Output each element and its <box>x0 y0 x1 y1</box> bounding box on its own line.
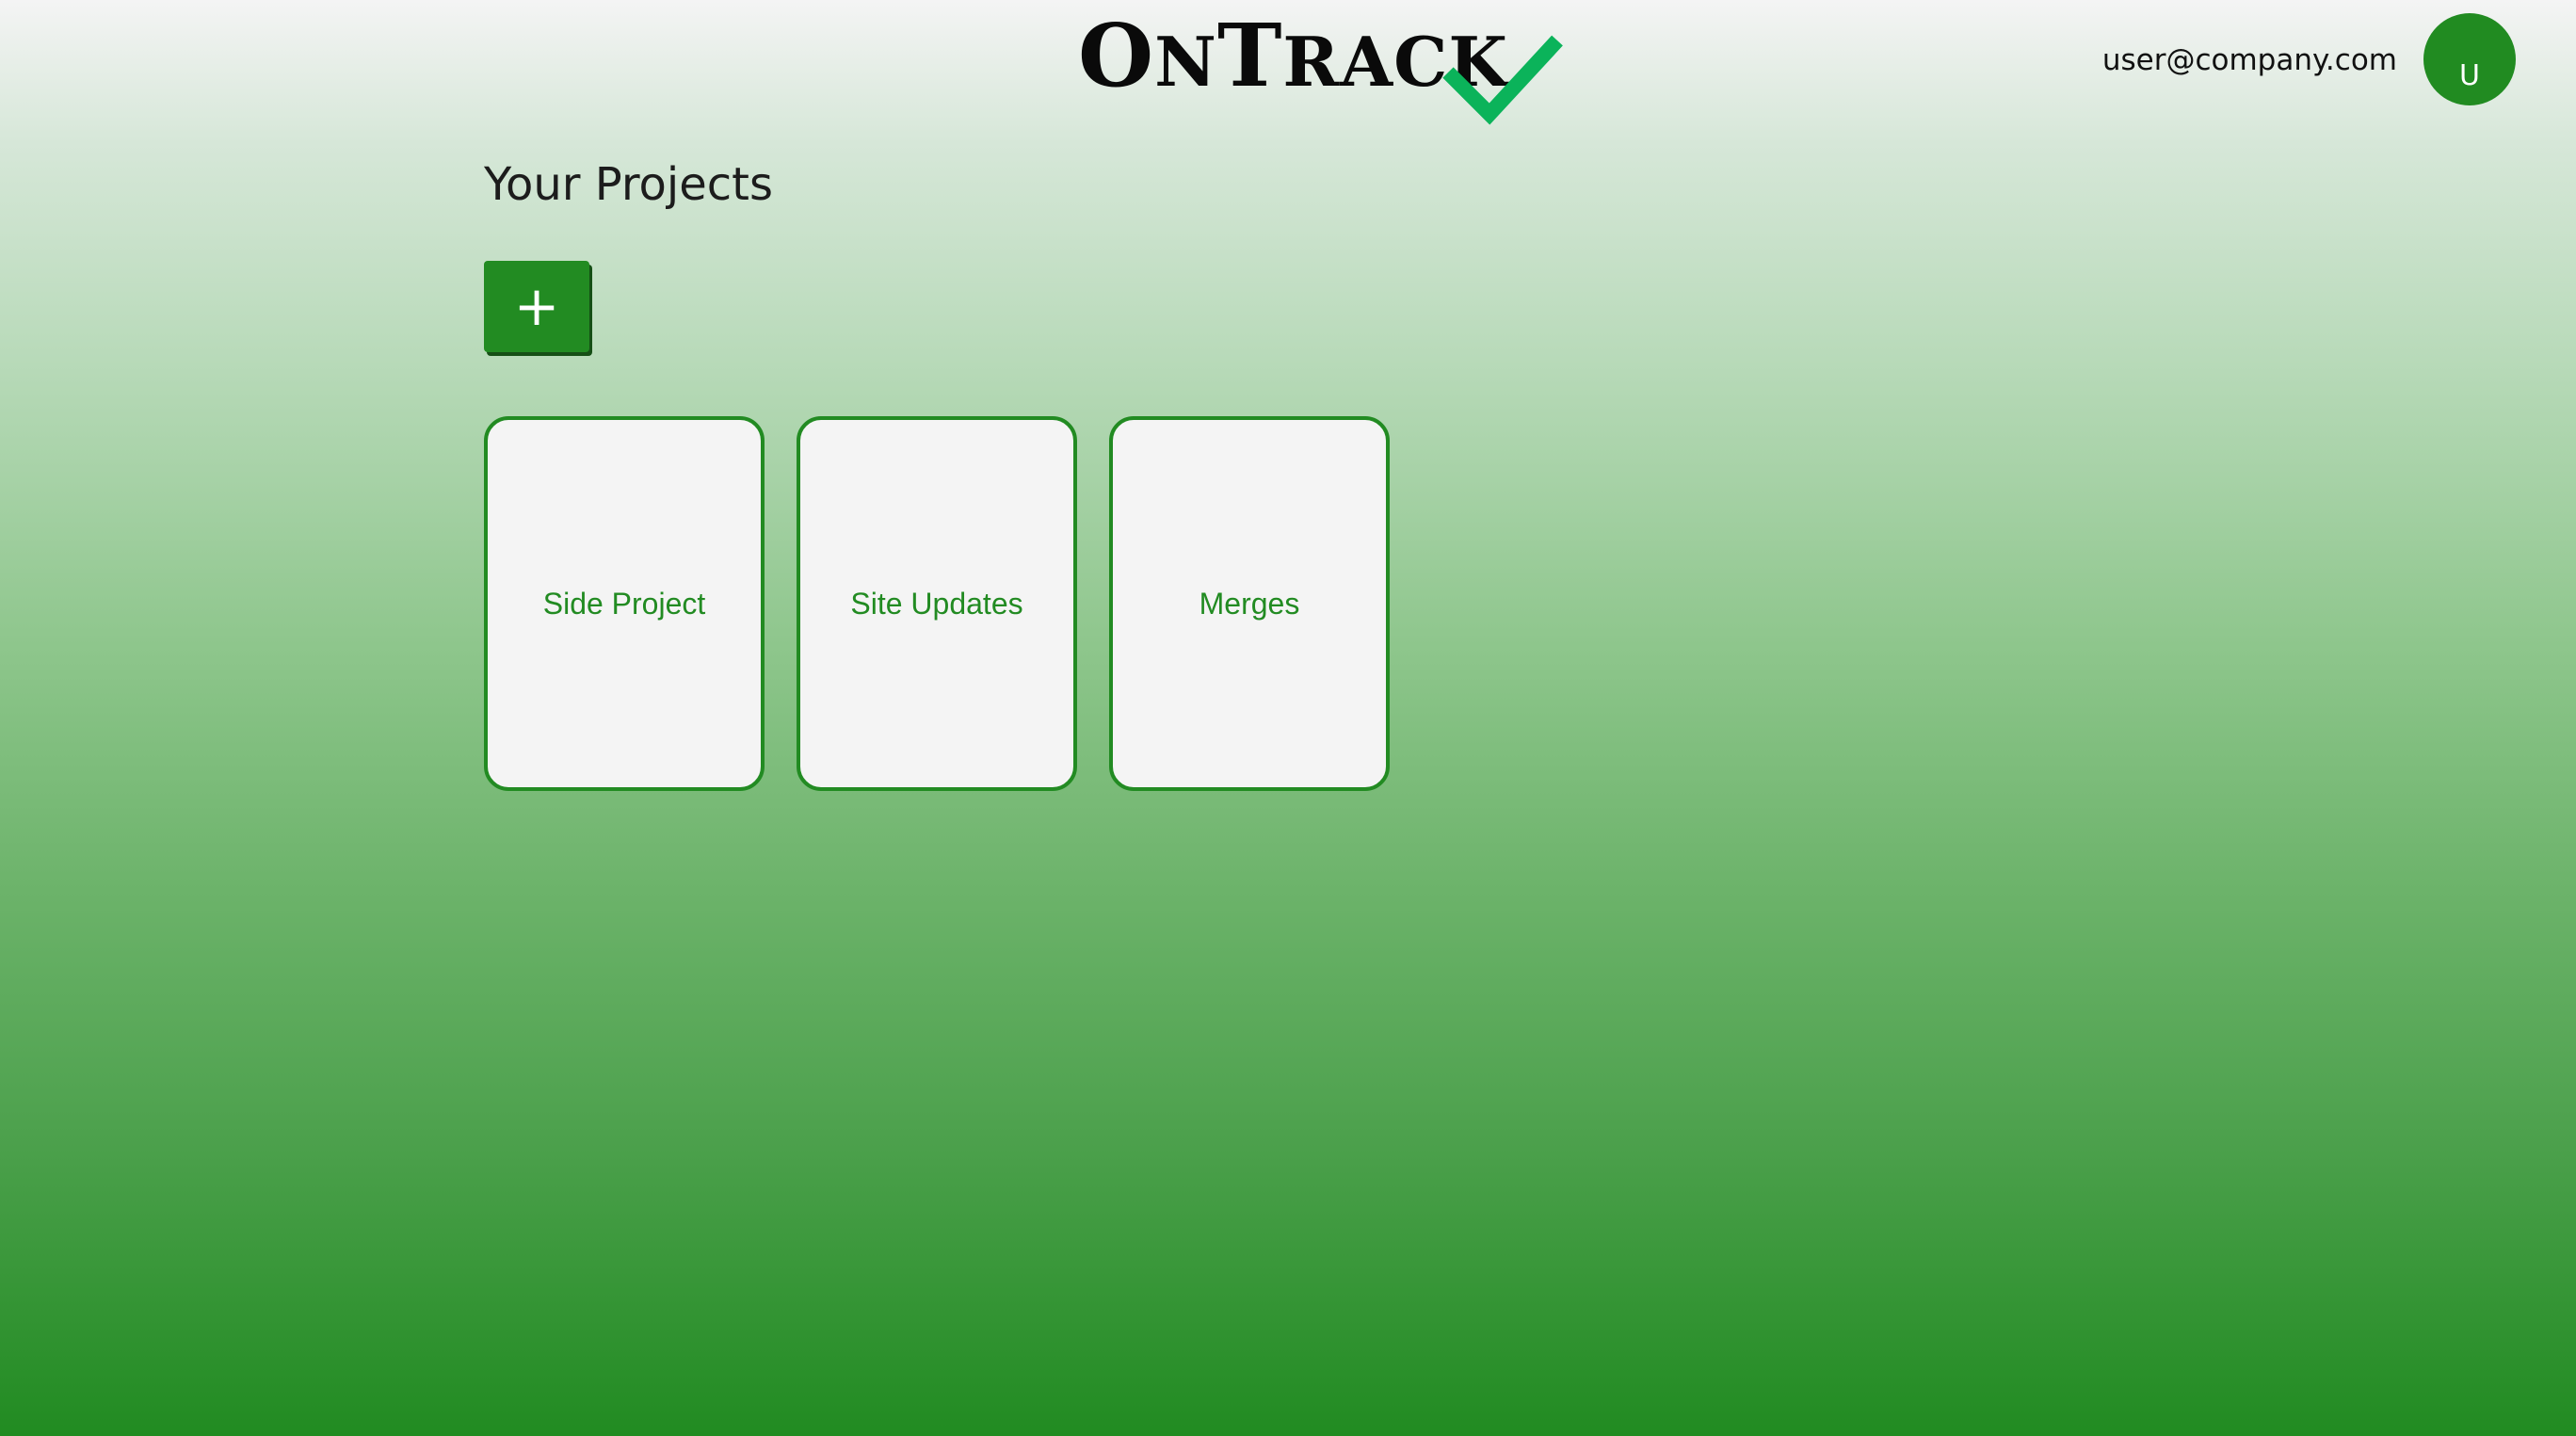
checkmark-icon <box>1442 35 1563 125</box>
add-project-button[interactable]: + <box>484 261 589 352</box>
ontrack-logo[interactable]: ONTRACK <box>1078 5 1568 127</box>
project-card-site-updates[interactable]: Site Updates <box>797 416 1077 791</box>
user-avatar[interactable]: U <box>2423 13 2516 105</box>
project-card-label: Merges <box>1199 586 1300 621</box>
project-card-side-project[interactable]: Side Project <box>484 416 765 791</box>
app-header: ONTRACK user@company.com U <box>0 0 2576 132</box>
project-card-merges[interactable]: Merges <box>1109 416 1390 791</box>
page-title: Your Projects <box>484 158 773 211</box>
project-list: Side Project Site Updates Merges <box>484 416 1390 791</box>
project-card-label: Site Updates <box>850 586 1023 621</box>
user-email: user@company.com <box>2101 43 2397 77</box>
project-card-label: Side Project <box>542 586 706 621</box>
